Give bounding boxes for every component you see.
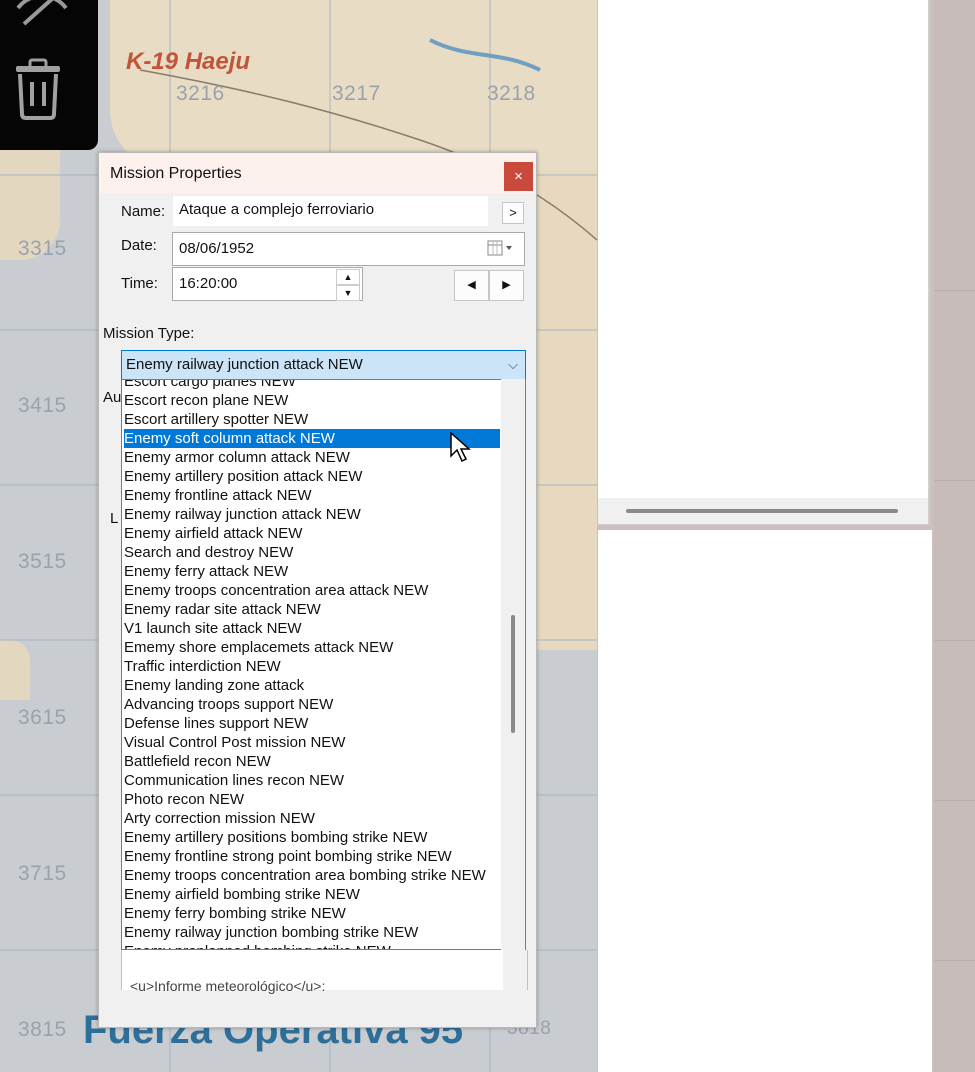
list-item[interactable]: Advancing troops support NEW (124, 695, 500, 714)
hex-number: 3216 (176, 82, 225, 105)
previous-button[interactable]: ◀ (454, 270, 489, 301)
list-item[interactable]: Enemy troops concentration area attack N… (124, 581, 500, 600)
name-label: Name: (121, 203, 166, 220)
close-button[interactable]: × (504, 162, 533, 191)
list-item[interactable]: Enemy preplanned bombing strike NEW (124, 942, 500, 949)
hex-number: 3715 (18, 862, 67, 885)
list-item[interactable]: Escort recon plane NEW (124, 391, 500, 410)
list-item[interactable]: Visual Control Post mission NEW (124, 733, 500, 752)
list-item[interactable]: Enemy frontline strong point bombing str… (124, 847, 500, 866)
list-item[interactable]: Enemy artillery positions bombing strike… (124, 828, 500, 847)
side-panel-bottom (598, 530, 932, 1072)
list-item[interactable]: Enemy armor column attack NEW (124, 448, 500, 467)
hex-number: 3217 (332, 82, 381, 105)
time-input[interactable]: 16:20:00 ▲ ▼ (172, 267, 363, 301)
description-text: <u>Informe meteorológico</u>: (130, 978, 326, 994)
dialog-title: Mission Properties (110, 165, 242, 182)
calendar-icon[interactable] (486, 233, 514, 275)
mission-type-select[interactable]: Enemy railway junction attack NEW ⌵ (121, 350, 526, 380)
list-item[interactable]: Enemy railway junction attack NEW (124, 505, 500, 524)
list-item-selected[interactable]: Enemy soft column attack NEW (124, 429, 500, 448)
list-item[interactable]: Enemy ferry attack NEW (124, 562, 500, 581)
description-scrollbar[interactable] (503, 950, 527, 990)
scrollbar-thumb[interactable] (626, 509, 898, 513)
eye-slash-icon[interactable] (12, 0, 72, 33)
dropdown-vertical-scrollbar[interactable] (501, 379, 525, 950)
hex-number: 3615 (18, 706, 67, 729)
mission-type-label: Mission Type: (103, 325, 195, 342)
hidden-label-l: L (110, 510, 119, 527)
mission-type-selected: Enemy railway junction attack NEW (126, 356, 363, 373)
list-item[interactable]: Arty correction mission NEW (124, 809, 500, 828)
list-item[interactable]: Battlefield recon NEW (124, 752, 500, 771)
list-item[interactable]: Escort cargo planes NEW (124, 380, 500, 391)
chevron-down-icon[interactable]: ⌵ (508, 351, 518, 379)
list-item[interactable]: Ememy shore emplacemets attack NEW (124, 638, 500, 657)
date-label: Date: (121, 237, 157, 254)
date-picker[interactable]: 08/06/1952 (172, 232, 525, 266)
horizontal-scrollbar[interactable] (598, 498, 928, 524)
date-value: 08/06/1952 (179, 240, 255, 257)
map-title: K-19 Haeju (126, 48, 251, 75)
hex-number: 3218 (487, 82, 536, 105)
list-item[interactable]: Traffic interdiction NEW (124, 657, 500, 676)
name-next-button[interactable]: > (502, 202, 524, 224)
list-item[interactable]: Enemy railway junction bombing strike NE… (124, 923, 500, 942)
hex-number: 3515 (18, 550, 67, 573)
name-input[interactable]: Ataque a complejo ferroviario (173, 196, 488, 226)
arrow-right-icon: ▶ (502, 279, 511, 291)
side-panel-top (598, 0, 930, 525)
mouse-cursor-icon (450, 432, 471, 463)
scrollbar-thumb[interactable] (511, 615, 515, 733)
list-item[interactable]: Enemy landing zone attack (124, 676, 500, 695)
list-item[interactable]: Enemy artillery position attack NEW (124, 467, 500, 486)
dialog-titlebar[interactable]: Mission Properties × (99, 153, 536, 193)
time-down-button[interactable]: ▼ (336, 285, 360, 301)
time-value: 16:20:00 (179, 275, 238, 292)
time-label: Time: (121, 275, 158, 292)
hex-number: 3415 (18, 394, 67, 417)
list-item[interactable]: Search and destroy NEW (124, 543, 500, 562)
hex-number: 3315 (18, 237, 67, 260)
list-item[interactable]: Escort artillery spotter NEW (124, 410, 500, 429)
list-item[interactable]: Enemy frontline attack NEW (124, 486, 500, 505)
time-up-button[interactable]: ▲ (336, 269, 360, 285)
next-button[interactable]: ▶ (489, 270, 524, 301)
hidden-label-au: Au (103, 389, 122, 406)
map-toolbar (0, 0, 98, 150)
list-item[interactable]: Photo recon NEW (124, 790, 500, 809)
list-item[interactable]: V1 launch site attack NEW (124, 619, 500, 638)
hex-number: 3815 (18, 1018, 67, 1041)
mission-type-dropdown-list[interactable]: Escort cargo planes NEW Escort recon pla… (121, 379, 526, 950)
right-strip (934, 0, 975, 1072)
trash-icon[interactable] (14, 58, 62, 125)
list-item[interactable]: Enemy radar site attack NEW (124, 600, 500, 619)
list-item[interactable]: Enemy airfield attack NEW (124, 524, 500, 543)
arrow-left-icon: ◀ (467, 279, 476, 291)
list-item[interactable]: Enemy troops concentration area bombing … (124, 866, 500, 885)
list-item[interactable]: Communication lines recon NEW (124, 771, 500, 790)
list-item[interactable]: Defense lines support NEW (124, 714, 500, 733)
mission-description-text[interactable]: <u>Informe meteorológico</u>: (121, 950, 528, 994)
list-item[interactable]: Enemy ferry bombing strike NEW (124, 904, 500, 923)
list-item[interactable]: Enemy airfield bombing strike NEW (124, 885, 500, 904)
